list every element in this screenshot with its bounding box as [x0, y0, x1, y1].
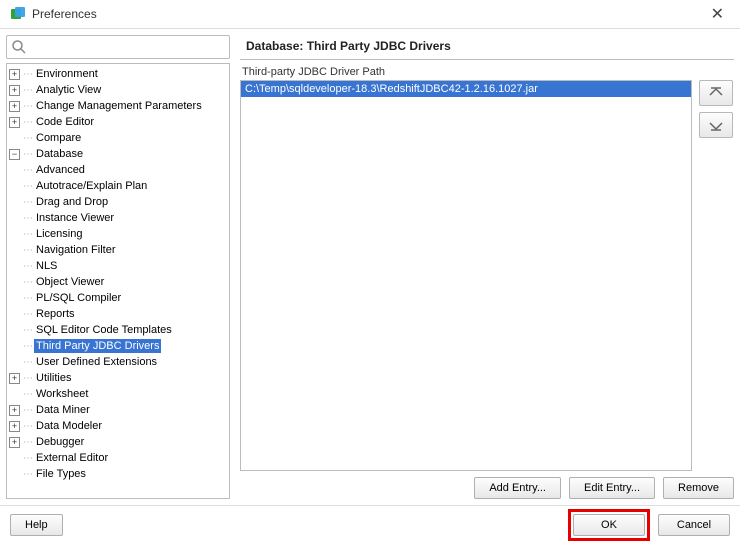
divider: [240, 59, 734, 60]
tree-node-code-editor[interactable]: +⋯Code Editor: [7, 114, 229, 130]
tree-node-plsql[interactable]: ⋯PL/SQL Compiler: [7, 290, 229, 306]
tree-node-nls[interactable]: ⋯NLS: [7, 258, 229, 274]
help-button[interactable]: Help: [10, 514, 63, 536]
ok-button[interactable]: OK: [573, 514, 645, 536]
tree-node-autotrace[interactable]: ⋯Autotrace/Explain Plan: [7, 178, 229, 194]
tree-node-compare[interactable]: ⋯Compare: [7, 130, 229, 146]
move-up-button[interactable]: [699, 80, 733, 106]
tree-node-change-mgmt[interactable]: +⋯Change Management Parameters: [7, 98, 229, 114]
driver-path-list[interactable]: C:\Temp\sqldeveloper-18.3\RedshiftJDBC42…: [240, 80, 692, 471]
tree-node-sqledit[interactable]: ⋯SQL Editor Code Templates: [7, 322, 229, 338]
tree-node-analytic-view[interactable]: +⋯Analytic View: [7, 82, 229, 98]
ok-highlight: OK: [568, 509, 650, 541]
close-icon[interactable]: ✕: [705, 2, 730, 26]
path-label: Third-party JDBC Driver Path: [240, 66, 734, 78]
tree-node-userdef[interactable]: ⋯User Defined Extensions: [7, 354, 229, 370]
tree-node-database[interactable]: −⋯Database: [7, 146, 229, 162]
list-item[interactable]: C:\Temp\sqldeveloper-18.3\RedshiftJDBC42…: [241, 81, 691, 97]
tree-node-jdbc[interactable]: ⋯Third Party JDBC Drivers: [7, 338, 229, 354]
tree-node-objviewer[interactable]: ⋯Object Viewer: [7, 274, 229, 290]
search-input[interactable]: [31, 37, 229, 57]
cancel-button[interactable]: Cancel: [658, 514, 730, 536]
remove-button[interactable]: Remove: [663, 477, 734, 499]
tree-node-worksheet[interactable]: ⋯Worksheet: [7, 386, 229, 402]
app-icon: [10, 6, 26, 22]
tree-node-external-editor[interactable]: ⋯External Editor: [7, 450, 229, 466]
tree-node-licensing[interactable]: ⋯Licensing: [7, 226, 229, 242]
tree-node-data-modeler[interactable]: +⋯Data Modeler: [7, 418, 229, 434]
tree-node-environment[interactable]: +⋯Environment: [7, 66, 229, 82]
search-icon: [11, 39, 27, 55]
search-field[interactable]: [6, 35, 230, 59]
tree-node-navfilter[interactable]: ⋯Navigation Filter: [7, 242, 229, 258]
tree-node-instance[interactable]: ⋯Instance Viewer: [7, 210, 229, 226]
tree-node-utilities[interactable]: +⋯Utilities: [7, 370, 229, 386]
tree-node-reports[interactable]: ⋯Reports: [7, 306, 229, 322]
window-title: Preferences: [32, 7, 97, 21]
window-titlebar: Preferences ✕: [0, 0, 740, 28]
tree-node-advanced[interactable]: ⋯Advanced: [7, 162, 229, 178]
tree-node-file-types[interactable]: ⋯File Types: [7, 466, 229, 482]
move-down-button[interactable]: [699, 112, 733, 138]
tree-node-dragdrop[interactable]: ⋯Drag and Drop: [7, 194, 229, 210]
dialog-footer: Help OK Cancel: [0, 506, 740, 544]
add-entry-button[interactable]: Add Entry...: [474, 477, 561, 499]
edit-entry-button[interactable]: Edit Entry...: [569, 477, 655, 499]
tree-node-debugger[interactable]: +⋯Debugger: [7, 434, 229, 450]
preferences-tree[interactable]: +⋯Environment +⋯Analytic View +⋯Change M…: [6, 63, 230, 499]
panel-title: Database: Third Party JDBC Drivers: [240, 35, 734, 59]
tree-node-data-miner[interactable]: +⋯Data Miner: [7, 402, 229, 418]
